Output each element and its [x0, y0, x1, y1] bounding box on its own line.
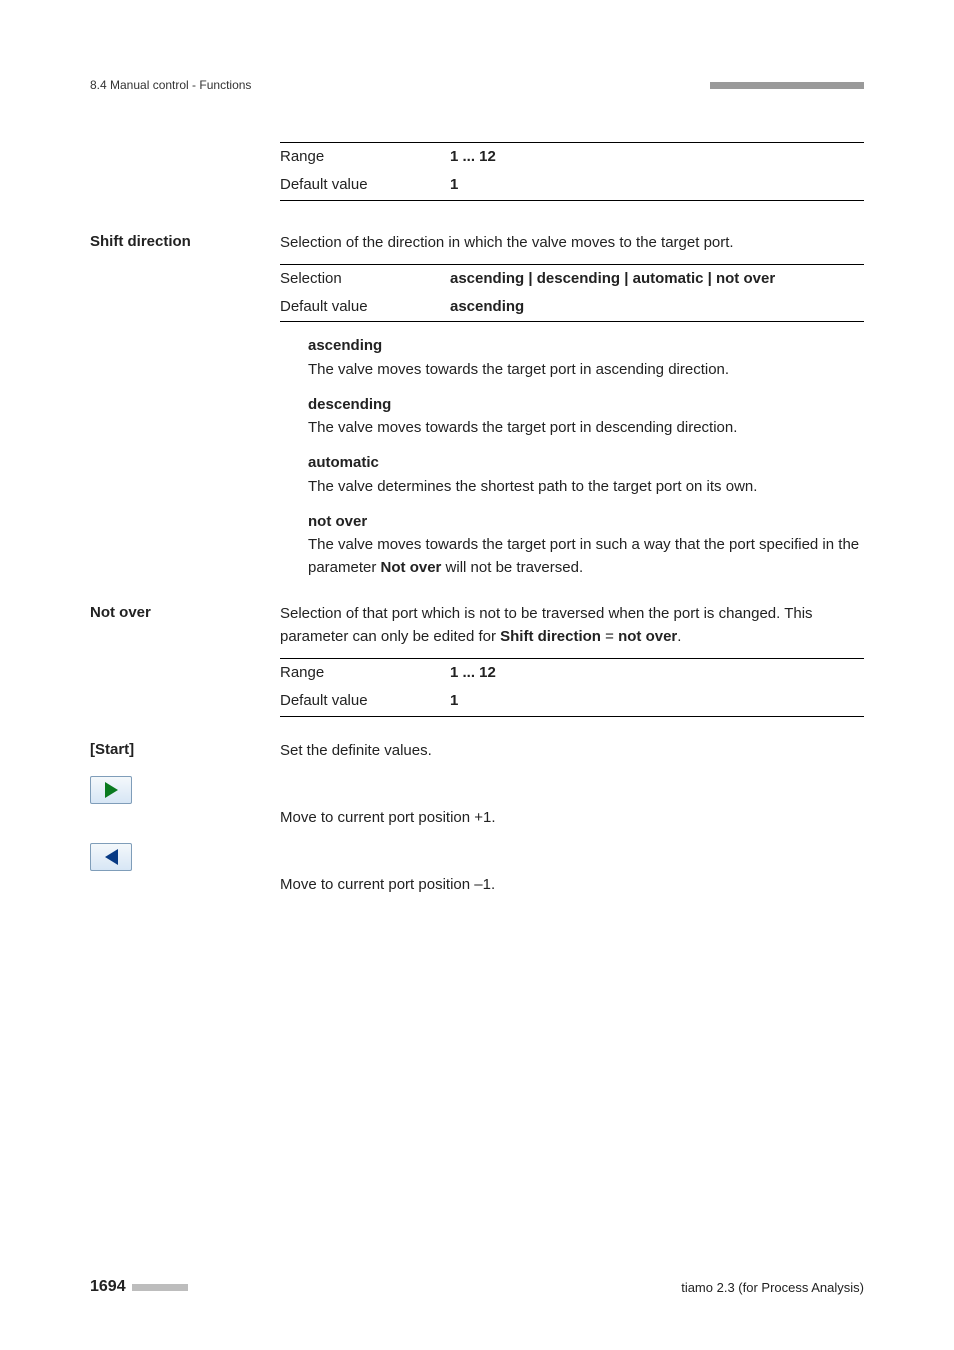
- shift-direction-heading: Shift direction: [90, 231, 280, 580]
- play-icon: [105, 782, 118, 798]
- header-ornament: [710, 82, 864, 89]
- ascending-term: ascending: [308, 334, 864, 357]
- shift-direction-table: Selection ascending | descending | autom…: [280, 264, 864, 323]
- range-label: Range: [280, 143, 450, 172]
- back-icon: [105, 849, 118, 865]
- no-range-label: Range: [280, 659, 450, 688]
- not-over-table: Range 1 ... 12 Default value 1: [280, 658, 864, 717]
- range-value: 1 ... 12: [450, 143, 864, 172]
- footer-ornament: [132, 1284, 188, 1291]
- sd-default-label: Default value: [280, 293, 450, 322]
- descending-def: The valve moves towards the target port …: [308, 416, 864, 439]
- page-number: 1694: [90, 1278, 126, 1296]
- start-heading: [Start]: [90, 739, 280, 762]
- sd-default-value: ascending: [450, 293, 864, 322]
- not-over-desc: Selection of that port which is not to b…: [280, 602, 864, 649]
- back-button[interactable]: [90, 843, 132, 871]
- shift-direction-definitions: ascending The valve moves towards the ta…: [280, 334, 864, 579]
- notover-def: The valve moves towards the target port …: [308, 533, 864, 580]
- no-default-label: Default value: [280, 687, 450, 716]
- shift-direction-desc: Selection of the direction in which the …: [280, 231, 864, 254]
- selection-label: Selection: [280, 264, 450, 293]
- automatic-term: automatic: [308, 451, 864, 474]
- ascending-def: The valve moves towards the target port …: [308, 358, 864, 381]
- back-desc: Move to current port position –1.: [280, 873, 864, 896]
- not-over-heading: Not over: [90, 602, 280, 717]
- target-port-table: Range 1 ... 12 Default value 1: [280, 142, 864, 201]
- descending-term: descending: [308, 393, 864, 416]
- footer-product: tiamo 2.3 (for Process Analysis): [681, 1280, 864, 1295]
- start-desc: Set the definite values.: [280, 739, 864, 762]
- default-value: 1: [450, 171, 864, 200]
- forward-desc: Move to current port position +1.: [280, 806, 864, 829]
- forward-button[interactable]: [90, 776, 132, 804]
- no-range-value: 1 ... 12: [450, 659, 864, 688]
- selection-value: ascending | descending | automatic | not…: [450, 264, 864, 293]
- notover-term: not over: [308, 510, 864, 533]
- no-default-value: 1: [450, 687, 864, 716]
- automatic-def: The valve determines the shortest path t…: [308, 475, 864, 498]
- default-label: Default value: [280, 171, 450, 200]
- header-section: 8.4 Manual control - Functions: [90, 78, 251, 92]
